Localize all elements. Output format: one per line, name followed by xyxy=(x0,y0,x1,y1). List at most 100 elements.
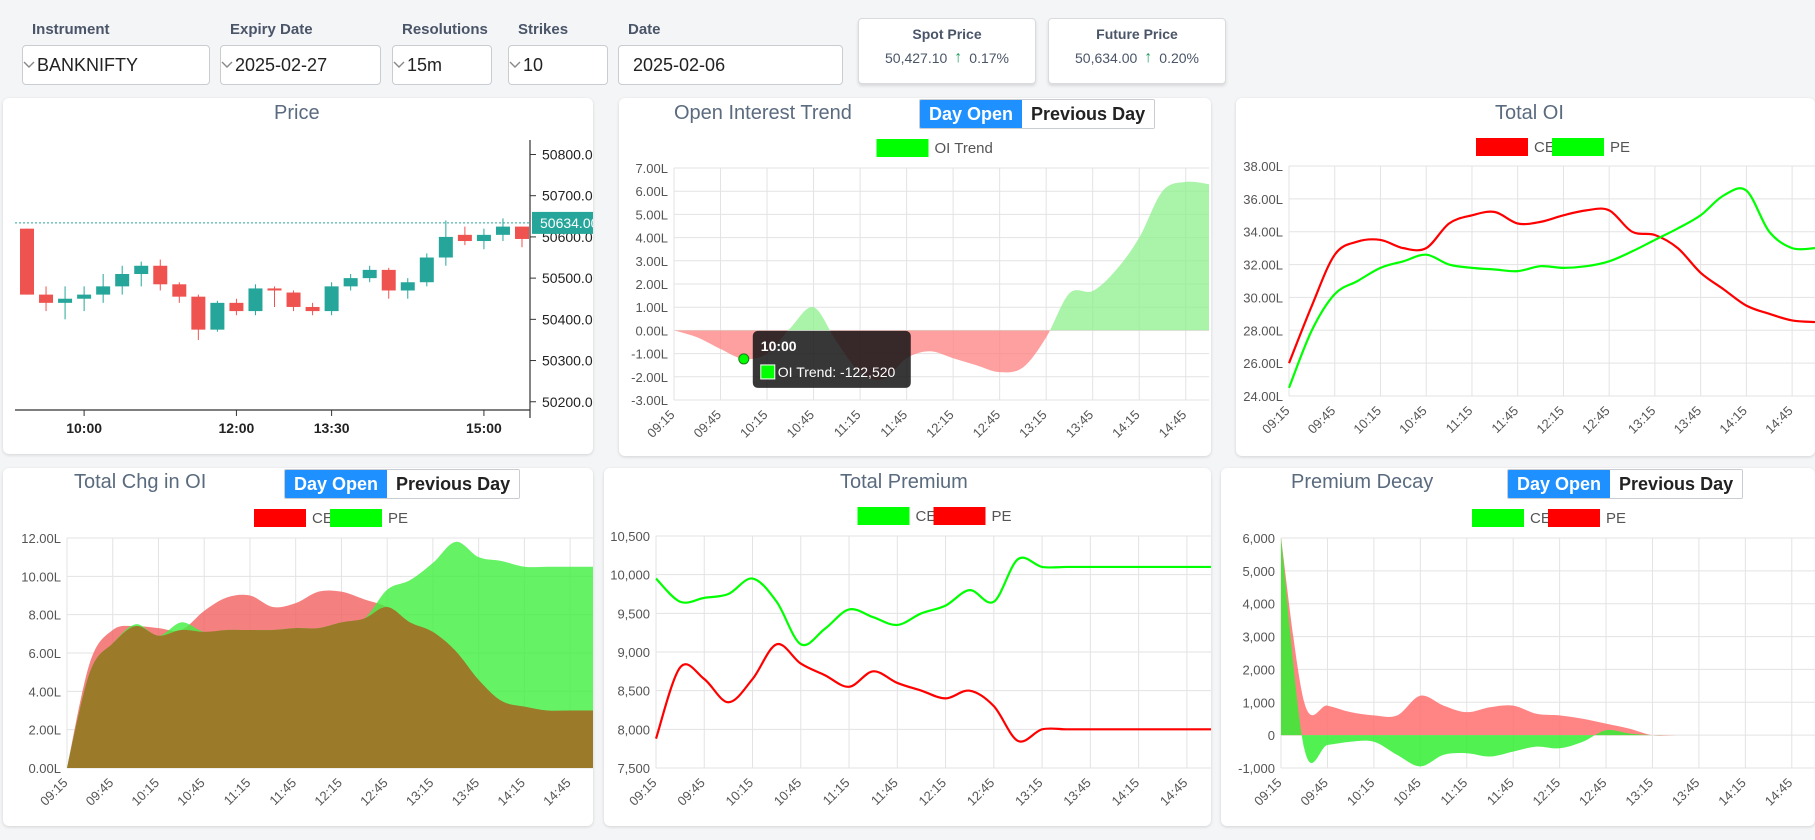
x-tick-label: 11:45 xyxy=(1488,403,1521,436)
y-tick-label: 10,500 xyxy=(610,529,650,544)
y-tick-label: 9,000 xyxy=(617,645,650,660)
x-tick-label: 12:45 xyxy=(964,775,998,809)
x-tick-label: 12:15 xyxy=(923,407,957,441)
series-line-ce xyxy=(655,556,1211,647)
y-tick-label: 24.00L xyxy=(1243,389,1283,404)
candle xyxy=(457,234,472,242)
legend-swatch-ce xyxy=(1476,138,1528,156)
chevron-down-icon xyxy=(23,61,35,68)
tooltip-marker xyxy=(738,353,750,365)
strikes-label: Strikes xyxy=(518,21,569,38)
x-tick-label: 10:15 xyxy=(1344,775,1378,809)
premium-decay-chart[interactable]: 6,0005,0004,0003,0002,0001,0000-1,00009:… xyxy=(1221,468,1815,826)
y-tick-label: 0 xyxy=(1268,728,1275,743)
chevron-down-icon xyxy=(393,61,405,68)
chg-oi-chart[interactable]: 12.00L10.00L8.00L6.00L4.00L2.00L0.00L09:… xyxy=(3,468,593,826)
x-tick-label: 11:15 xyxy=(221,775,254,808)
x-tick-label: 12:15 xyxy=(916,775,950,809)
y-tick-label: 4,000 xyxy=(1242,597,1275,612)
strikes-select[interactable]: 10 xyxy=(508,45,608,85)
x-tick-label: 14:15 xyxy=(494,775,528,809)
y-tick-label: 1.00L xyxy=(635,300,668,315)
x-tick-label: 09:15 xyxy=(644,407,678,441)
expiry-select[interactable]: 2025-02-27 xyxy=(220,45,381,85)
x-tick-label: 11:45 xyxy=(1484,775,1517,808)
x-tick-label: 14:45 xyxy=(1762,403,1796,437)
expiry-label: Expiry Date xyxy=(230,21,313,38)
total-oi-chart[interactable]: 38.00L 36.00L 34.00L 32.00L 30.00L 28.00L 26.0… xyxy=(1236,98,1815,456)
x-tick-label: 10:45 xyxy=(1390,775,1424,809)
x-tick-label: 09:15 xyxy=(1251,775,1285,809)
y-tick-label: 5,000 xyxy=(1242,564,1275,579)
last-price-label: 50634.00 xyxy=(540,215,593,231)
resolution-select[interactable]: 15m xyxy=(392,45,492,85)
candle xyxy=(248,288,263,312)
x-tick-label: 14:45 xyxy=(1157,775,1191,809)
y-tick-label: 50800.00 xyxy=(542,146,593,162)
x-tick-label: 12:15 xyxy=(311,775,345,809)
x-tick-label: 11:15 xyxy=(820,775,853,808)
x-tick-label: 10:15 xyxy=(128,775,162,809)
y-tick-label: 26.00L xyxy=(1243,356,1283,371)
y-tick-label: 8.00L xyxy=(28,608,61,623)
y-tick-label: 50700.00 xyxy=(542,188,593,204)
x-tick-label: 12:45 xyxy=(970,407,1004,441)
x-tick-label: 13:15 xyxy=(1016,407,1050,441)
candle xyxy=(286,292,301,307)
oi-trend-panel: Open Interest Trend Day Open Previous Da… xyxy=(619,98,1211,456)
y-tick-label: 30.00L xyxy=(1243,290,1283,305)
legend-label-ce: CE xyxy=(916,508,937,525)
candle xyxy=(419,257,434,283)
legend-swatch-ce xyxy=(1472,509,1524,527)
y-tick-label: 3,000 xyxy=(1242,630,1275,645)
candle xyxy=(381,269,396,291)
x-tick-label: 11:15 xyxy=(1443,403,1476,436)
candle xyxy=(305,306,320,312)
legend-label-ce: CE xyxy=(312,510,333,527)
candle xyxy=(476,234,491,242)
candle xyxy=(134,265,149,274)
date-field: Date 2025-02-06 xyxy=(618,20,843,85)
resolution-field: Resolutions 15m xyxy=(392,20,492,85)
tooltip-text: OI Trend: -122,520 xyxy=(778,364,896,380)
date-value: 2025-02-06 xyxy=(633,54,726,75)
x-tick-label: 09:45 xyxy=(83,775,117,809)
oi-trend-chart[interactable]: 7.00L 6.00L 5.00L 4.00L 3.00L 2.00L 1.00L 0.00L… xyxy=(619,98,1211,456)
legend-label-ce: CE xyxy=(1530,510,1551,527)
chg-oi-panel: Total Chg in OI Day Open Previous Day 12… xyxy=(3,468,593,826)
legend-swatch-pe xyxy=(1552,138,1604,156)
tooltip-swatch xyxy=(760,364,776,380)
y-tick-label: 50200.00 xyxy=(542,394,593,410)
spot-price-value: 50,427.10 xyxy=(885,50,948,66)
legend-label-ce: CE xyxy=(1534,139,1555,156)
y-tick-label: 8,500 xyxy=(617,684,650,699)
legend-label-pe: PE xyxy=(992,508,1012,525)
instrument-label: Instrument xyxy=(32,21,110,38)
y-tick-label: 2,000 xyxy=(1242,662,1275,677)
x-tick-label: 10:15 xyxy=(1350,403,1384,437)
candle xyxy=(400,282,415,291)
arrow-up-icon: ↑ xyxy=(954,49,963,66)
candle xyxy=(20,228,34,295)
y-tick-label: 0.00L xyxy=(28,761,61,776)
candle xyxy=(153,265,168,285)
legend-label-pe: PE xyxy=(1610,139,1630,156)
x-tick-label: 11:45 xyxy=(266,775,299,808)
price-chart[interactable]: 50800.0050700.0050600.0050500.0050400.00… xyxy=(3,98,593,454)
x-tick-label: 14:15 xyxy=(1109,407,1143,441)
y-tick-label: 7.00L xyxy=(635,161,668,176)
total-premium-chart[interactable]: 10,50010,0009,5009,0008,5008,0007,50009:… xyxy=(604,468,1211,826)
x-tick-label: 14:15 xyxy=(1716,403,1750,437)
future-price-change: 0.20% xyxy=(1159,50,1199,66)
x-tick-label: 10:15 xyxy=(737,407,771,441)
date-input[interactable]: 2025-02-06 xyxy=(618,45,843,85)
x-tick-label: 11:45 xyxy=(868,775,901,808)
x-tick-label: 10:45 xyxy=(1396,403,1430,437)
x-tick-label: 09:45 xyxy=(1297,775,1331,809)
legend-swatch-pe xyxy=(330,509,382,527)
y-tick-label: 32.00L xyxy=(1243,258,1283,273)
x-tick-label: 09:45 xyxy=(690,407,724,441)
y-tick-label: 0.00L xyxy=(635,323,668,338)
legend-label-pe: PE xyxy=(388,510,408,527)
instrument-select[interactable]: BANKNIFTY xyxy=(22,45,210,85)
